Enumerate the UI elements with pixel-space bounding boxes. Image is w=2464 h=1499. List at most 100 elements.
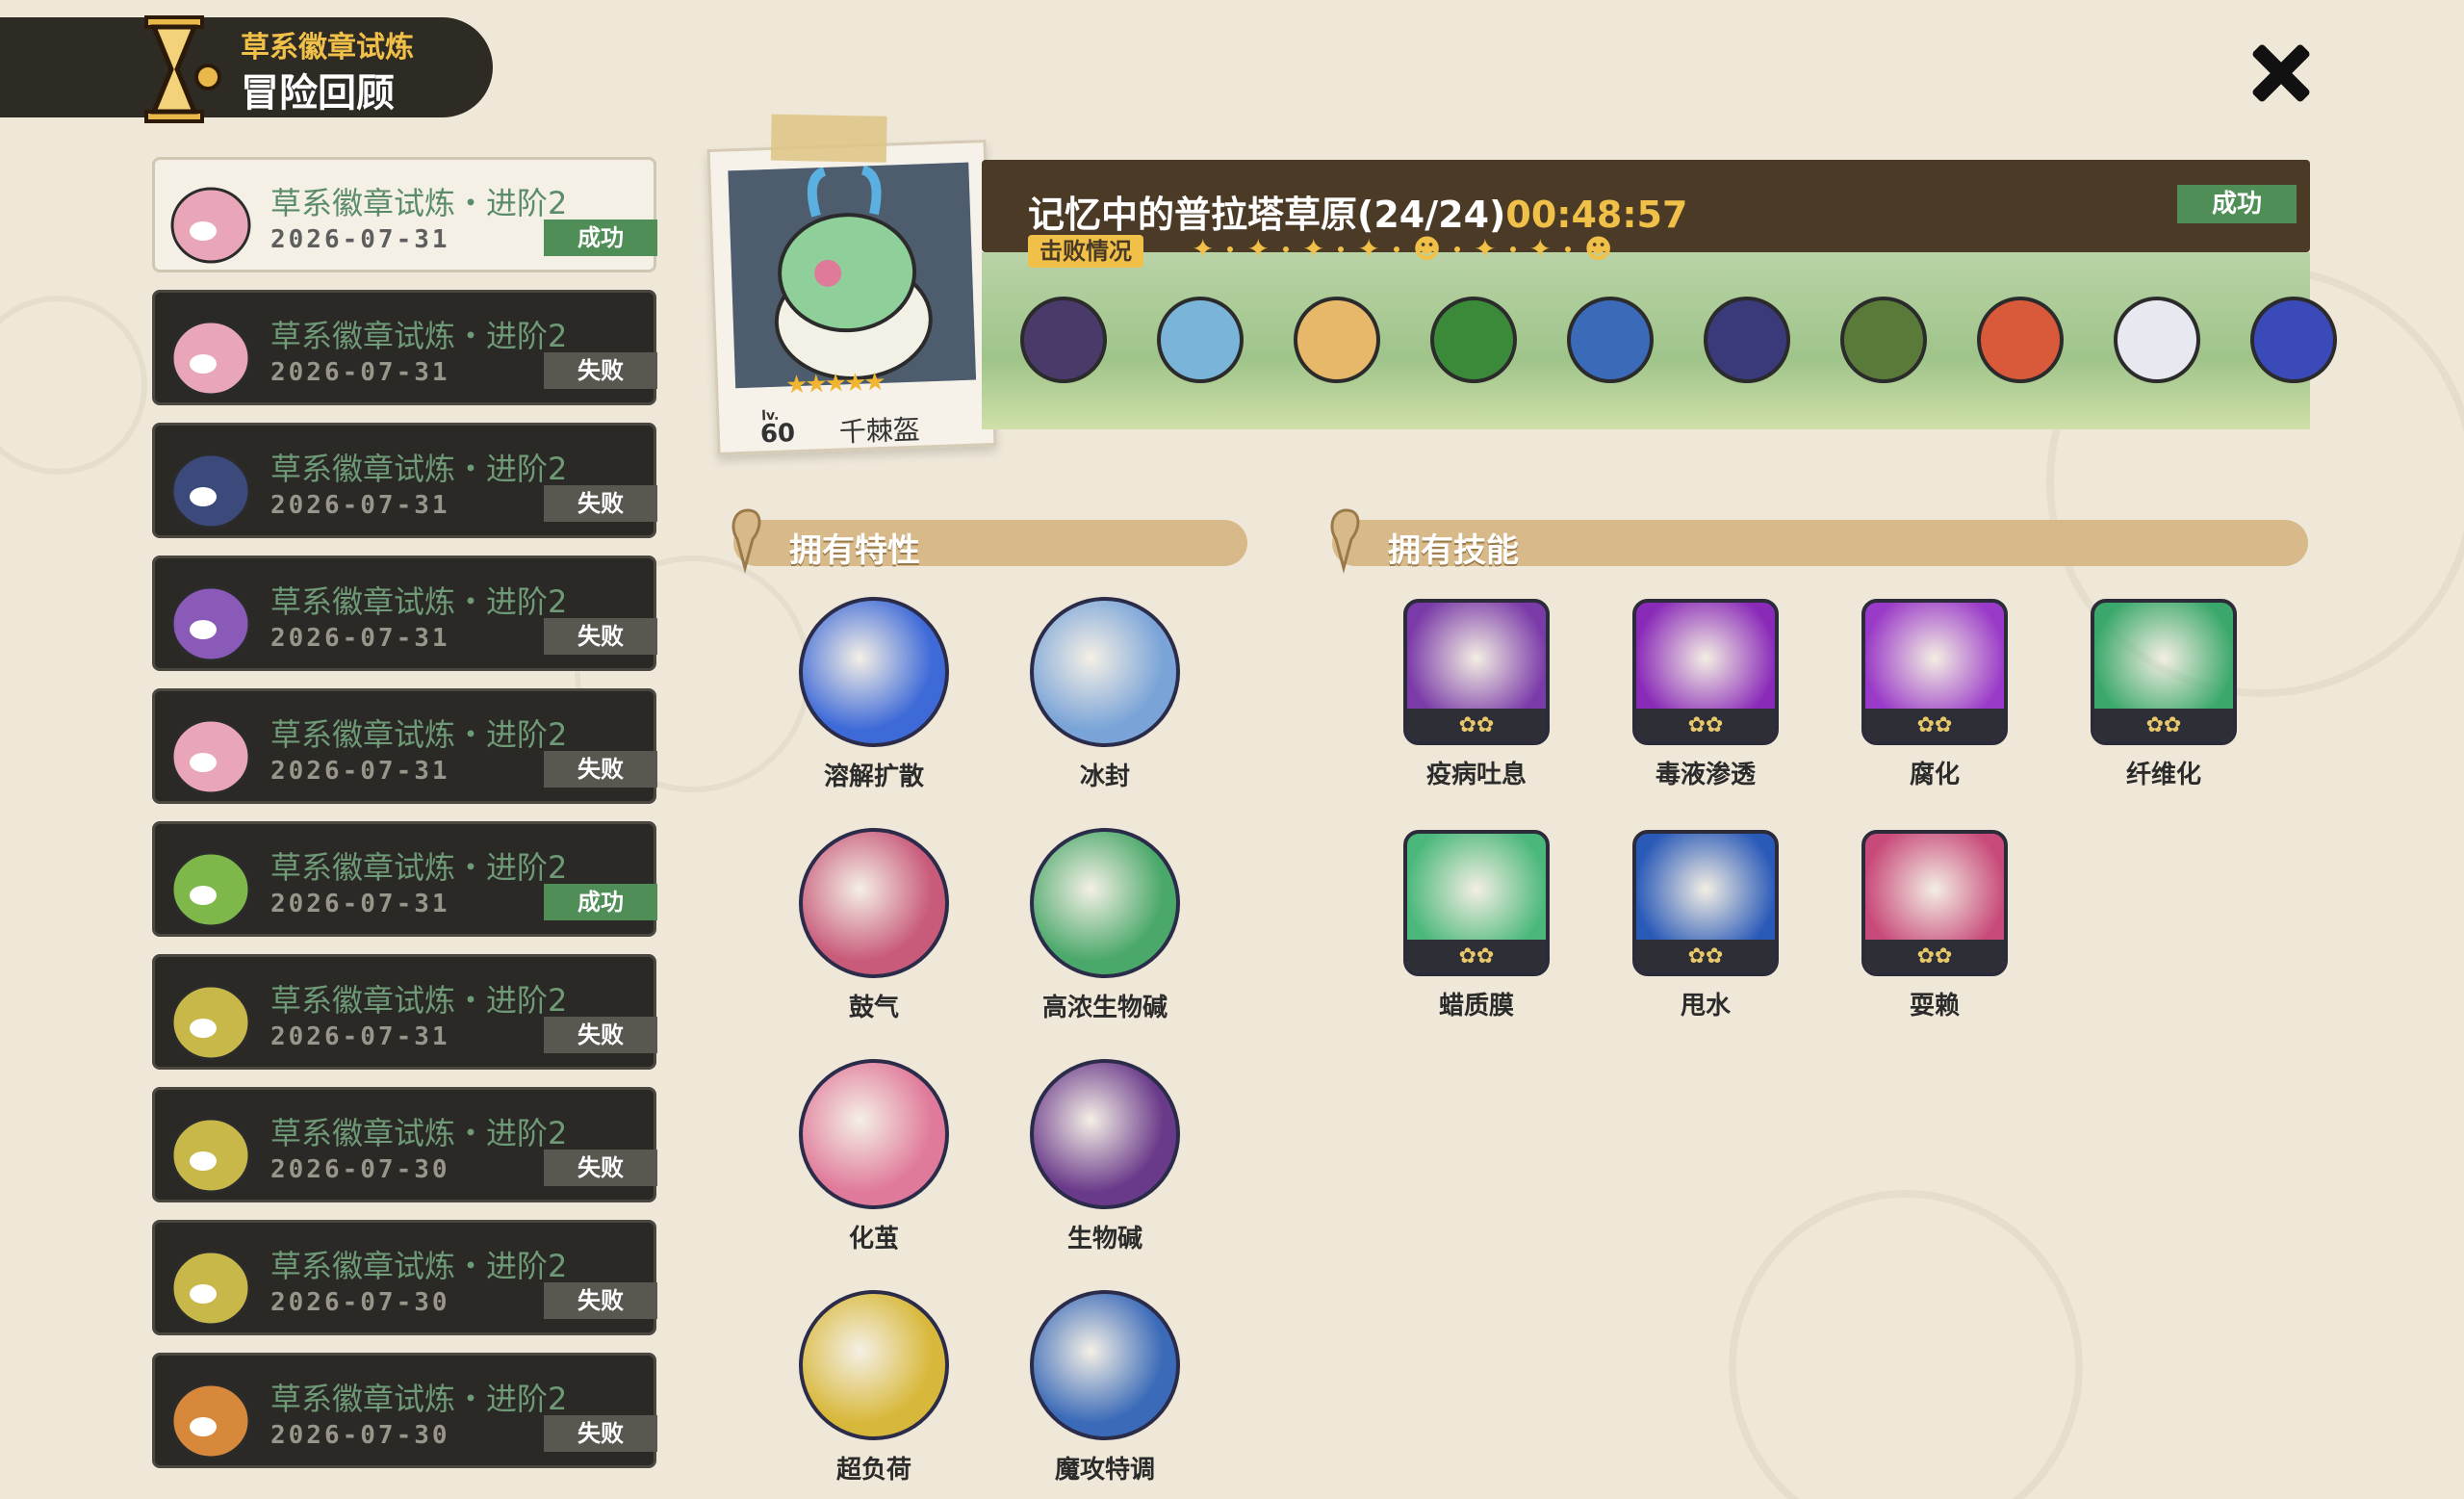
record-date: 2026-07-30 bbox=[270, 1421, 450, 1450]
stage-time: 00:48:57 bbox=[1505, 194, 1688, 236]
pin-icon bbox=[1330, 508, 1360, 574]
record-avatar bbox=[170, 1383, 251, 1460]
enemy-witch[interactable] bbox=[1704, 297, 1790, 383]
record-item[interactable]: 草系徽章试炼・进阶2 2026-07-30 失败 bbox=[152, 1220, 657, 1335]
close-icon[interactable] bbox=[2243, 35, 2320, 112]
record-result-badge: 失败 bbox=[544, 1017, 657, 1053]
trait-item[interactable]: 鼓气 bbox=[787, 828, 961, 1023]
record-item[interactable]: 草系徽章试炼・进阶2 2026-07-31 成功 bbox=[152, 157, 657, 272]
enemy-blue-partial[interactable] bbox=[2250, 297, 2337, 383]
rarity-stars: ★★★★★ bbox=[784, 367, 885, 401]
trait-item[interactable]: 冰封 bbox=[1018, 597, 1192, 792]
skill-pips: ✿✿ bbox=[1636, 709, 1775, 741]
trait-item[interactable]: 生物碱 bbox=[1018, 1059, 1192, 1254]
record-result-badge: 失败 bbox=[544, 485, 657, 522]
trait-icon bbox=[1030, 828, 1180, 978]
skill-item[interactable]: ✿✿ 甩水 bbox=[1621, 830, 1790, 1021]
record-avatar bbox=[170, 1117, 251, 1194]
record-title: 草系徽章试炼・进阶2 bbox=[270, 716, 568, 753]
record-item[interactable]: 草系徽章试炼・进阶2 2026-07-31 失败 bbox=[152, 423, 657, 538]
enemy-water-spirit[interactable] bbox=[1157, 297, 1244, 383]
record-avatar bbox=[170, 984, 251, 1061]
trait-item[interactable]: 魔攻特调 bbox=[1018, 1290, 1192, 1486]
record-title: 草系徽章试炼・进阶2 bbox=[270, 1115, 568, 1151]
enemy-flame-cat[interactable] bbox=[1977, 297, 2064, 383]
trait-name: 魔攻特调 bbox=[1054, 1456, 1155, 1485]
enemy-ranger[interactable] bbox=[1840, 297, 1927, 383]
record-title: 草系徽章试炼・进阶2 bbox=[270, 1381, 568, 1417]
stage-name: 记忆中的普拉塔草原(24/24) bbox=[1028, 194, 1506, 236]
record-list: 草系徽章试炼・进阶2 2026-07-31 成功 草系徽章试炼・进阶2 2026-07-… bbox=[152, 157, 657, 1486]
skill-pip-icons: ✿✿ bbox=[1916, 943, 1953, 969]
enemy-shield[interactable] bbox=[1567, 297, 1654, 383]
record-item[interactable]: 草系徽章试炼・进阶2 2026-07-31 失败 bbox=[152, 688, 657, 804]
record-title: 草系徽章试炼・进阶2 bbox=[270, 185, 568, 221]
skill-item[interactable]: ✿✿ 纤维化 bbox=[2079, 599, 2248, 790]
skill-pips: ✿✿ bbox=[1407, 709, 1546, 741]
record-avatar bbox=[170, 1250, 251, 1327]
progress-dot bbox=[1282, 246, 1289, 252]
record-item[interactable]: 草系徽章试炼・进阶2 2026-07-31 失败 bbox=[152, 290, 657, 405]
record-result-badge: 失败 bbox=[544, 618, 657, 655]
pet-portrait bbox=[728, 162, 977, 389]
pet-portrait-card: ★★★★★ lv. 60 千棘盔 bbox=[706, 114, 997, 455]
record-avatar bbox=[170, 718, 251, 795]
skill-icon: ✿✿ bbox=[1632, 599, 1779, 745]
trait-item[interactable]: 溶解扩散 bbox=[787, 597, 961, 792]
skill-pip-icons: ✿✿ bbox=[1458, 943, 1495, 969]
skills-section-header: 拥有技能 bbox=[1330, 508, 2308, 574]
record-title: 草系徽章试炼・进阶2 bbox=[270, 849, 568, 886]
progress-dot bbox=[1338, 246, 1345, 252]
progress-dot bbox=[1227, 246, 1234, 252]
skill-icon: ✿✿ bbox=[1403, 830, 1550, 976]
record-title: 草系徽章试炼・进阶2 bbox=[270, 1248, 568, 1284]
record-title: 草系徽章试炼・进阶2 bbox=[270, 982, 568, 1019]
trait-name: 溶解扩散 bbox=[823, 762, 924, 791]
skill-name: 耍赖 bbox=[1909, 992, 1960, 1021]
trait-icon bbox=[1030, 597, 1180, 747]
progress-marker-icon: ✦ bbox=[1246, 233, 1270, 265]
skill-pips: ✿✿ bbox=[1407, 940, 1546, 972]
defeat-progress: ✦ ✦ ✦ ✦ ☻ ✦ ✦ ☻ bbox=[1192, 233, 1612, 265]
enemy-yellow-cat[interactable] bbox=[1294, 297, 1380, 383]
trait-name: 冰封 bbox=[1079, 762, 1130, 791]
record-avatar bbox=[170, 452, 251, 530]
stage-result-badge: 成功 bbox=[2177, 185, 2297, 223]
record-item[interactable]: 草系徽章试炼・进阶2 2026-07-30 失败 bbox=[152, 1353, 657, 1468]
progress-marker-icon: ✦ bbox=[1528, 233, 1553, 265]
record-date: 2026-07-31 bbox=[270, 491, 450, 520]
enemy-cactus[interactable] bbox=[1430, 297, 1517, 383]
record-result-badge: 失败 bbox=[544, 1282, 657, 1319]
record-date: 2026-07-31 bbox=[270, 890, 450, 918]
progress-marker-icon: ☻ bbox=[1584, 233, 1613, 265]
enemy-dark-bird[interactable] bbox=[1020, 297, 1107, 383]
page-header: 草系徽章试炼 冒险回顾 bbox=[0, 15, 493, 123]
skill-item[interactable]: ✿✿ 毒液渗透 bbox=[1621, 599, 1790, 790]
trait-item[interactable]: 化茧 bbox=[787, 1059, 961, 1254]
record-item[interactable]: 草系徽章试炼・进阶2 2026-07-31 失败 bbox=[152, 556, 657, 671]
skill-item[interactable]: ✿✿ 腐化 bbox=[1850, 599, 2019, 790]
progress-marker-icon: ✦ bbox=[1474, 233, 1497, 265]
trait-icon bbox=[799, 1290, 949, 1440]
record-date: 2026-07-30 bbox=[270, 1155, 450, 1184]
progress-dot bbox=[1454, 246, 1461, 252]
record-item[interactable]: 草系徽章试炼・进阶2 2026-07-31 失败 bbox=[152, 954, 657, 1070]
skill-pip-icons: ✿✿ bbox=[1916, 712, 1953, 737]
record-item[interactable]: 草系徽章试炼・进阶2 2026-07-31 成功 bbox=[152, 821, 657, 937]
record-date: 2026-07-31 bbox=[270, 358, 450, 387]
progress-dot bbox=[1565, 246, 1572, 252]
enemy-snow-ghost[interactable] bbox=[2114, 297, 2200, 383]
record-result-badge: 成功 bbox=[544, 220, 657, 256]
trait-item[interactable]: 高浓生物碱 bbox=[1018, 828, 1192, 1023]
skill-item[interactable]: ✿✿ 蜡质膜 bbox=[1392, 830, 1561, 1021]
skill-name: 腐化 bbox=[1909, 761, 1960, 789]
skill-name: 甩水 bbox=[1680, 992, 1731, 1021]
skill-pips: ✿✿ bbox=[2094, 709, 2233, 741]
skill-item[interactable]: ✿✿ 耍赖 bbox=[1850, 830, 2019, 1021]
trait-name: 超负荷 bbox=[835, 1456, 911, 1485]
record-item[interactable]: 草系徽章试炼・进阶2 2026-07-30 失败 bbox=[152, 1087, 657, 1202]
trait-item[interactable]: 超负荷 bbox=[787, 1290, 961, 1486]
skill-item[interactable]: ✿✿ 疫病吐息 bbox=[1392, 599, 1561, 790]
skill-pip-icons: ✿✿ bbox=[2145, 712, 2182, 737]
skill-name: 疫病吐息 bbox=[1425, 761, 1527, 789]
